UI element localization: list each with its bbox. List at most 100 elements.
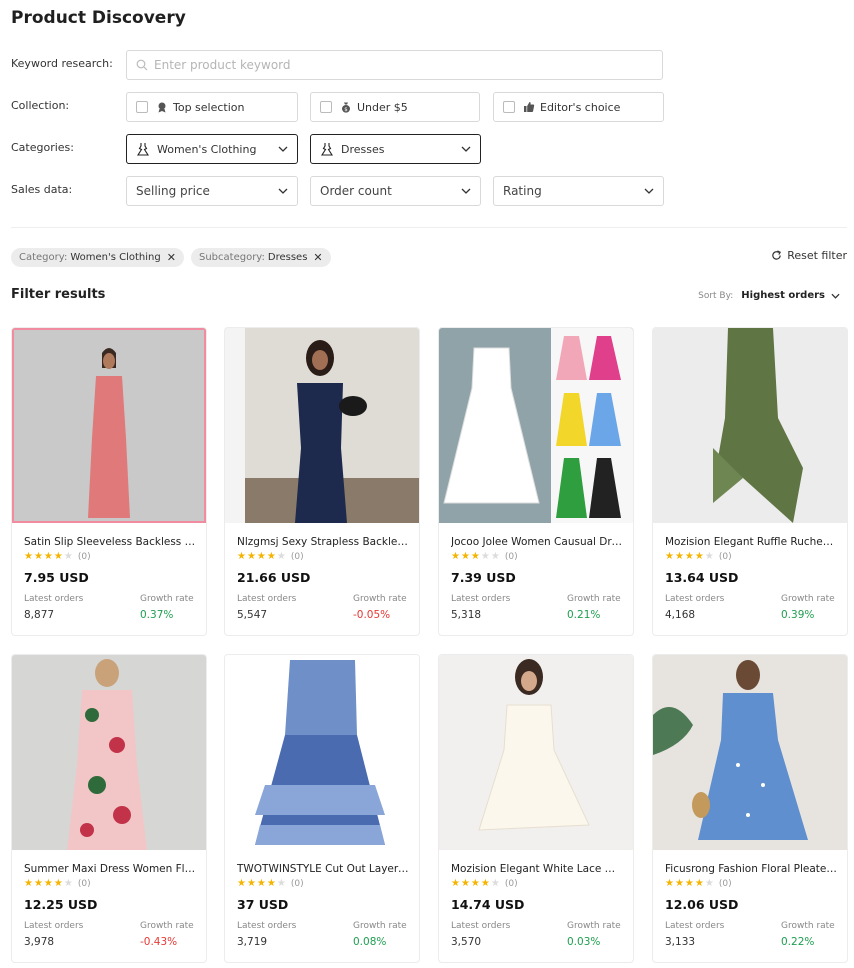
dress-icon xyxy=(136,142,150,156)
rating-stars: ★★★★★(0) xyxy=(451,878,518,889)
product-card[interactable]: Mozision Elegant Ruffle Ruched Dress ★★★… xyxy=(652,327,848,636)
category-value: Women's Clothing xyxy=(157,142,257,156)
chip-subcategory: Subcategory: Dresses ✕ xyxy=(191,248,331,267)
chip-category-key: Category: xyxy=(19,252,68,263)
product-image xyxy=(653,655,847,850)
product-card[interactable]: Mozision Elegant White Lace Dress ★★★★ ★(… xyxy=(438,654,634,963)
latest-orders-value: 3,570 xyxy=(451,936,482,948)
product-name[interactable]: TWOTWINSTYLE Cut Out Layered Dress xyxy=(237,863,409,875)
product-name[interactable]: Mozision Elegant White Lace Dress xyxy=(451,863,623,875)
close-icon[interactable]: ✕ xyxy=(313,251,322,264)
rating-stars: ★★★★★(0) xyxy=(665,551,732,562)
dress-icon xyxy=(320,142,334,156)
latest-orders-label: Latest orders xyxy=(665,921,725,931)
chip-category: Category: Women's Clothing ✕ xyxy=(11,248,184,267)
product-name[interactable]: Jocoo Jolee Women Causual Dress xyxy=(451,536,623,548)
reset-filter-button[interactable]: Reset filter xyxy=(771,249,847,262)
review-count: (0) xyxy=(77,551,91,562)
growth-rate-label: Growth rate xyxy=(353,921,407,931)
product-card[interactable]: Nlzgmsj Sexy Strapless Backless Dress ★★… xyxy=(224,327,420,636)
page-title: Product Discovery xyxy=(11,8,186,28)
product-image xyxy=(439,328,633,523)
growth-rate-value: 0.21% xyxy=(567,609,601,621)
chevron-down-icon xyxy=(831,293,840,299)
rating-stars: ★★★★★(0) xyxy=(24,551,91,562)
selling-price-select[interactable]: Selling price xyxy=(126,176,298,206)
keyword-input[interactable] xyxy=(154,58,634,72)
rating-stars: ★★★★★(0) xyxy=(665,878,732,889)
medal-icon xyxy=(156,101,168,113)
editors-choice-checkbox[interactable] xyxy=(503,101,515,113)
review-count: (0) xyxy=(504,878,518,889)
under-5-label: Under $5 xyxy=(357,100,408,114)
review-count: (0) xyxy=(718,551,732,562)
thumbs-up-icon xyxy=(523,101,535,113)
categories-label: Categories: xyxy=(11,141,74,154)
product-price: 13.64 USD xyxy=(665,570,739,585)
product-card[interactable]: Jocoo Jolee Women Causual Dress ★★★ ★★ (0)… xyxy=(438,327,634,636)
filter-results-title: Filter results xyxy=(11,287,106,302)
collection-editors-choice[interactable]: Editor's choice xyxy=(493,92,664,122)
rating-select[interactable]: Rating xyxy=(493,176,664,206)
product-image xyxy=(12,655,206,850)
product-name[interactable]: Nlzgmsj Sexy Strapless Backless Dress xyxy=(237,536,409,548)
product-price: 21.66 USD xyxy=(237,570,311,585)
latest-orders-label: Latest orders xyxy=(451,921,511,931)
product-card[interactable]: TWOTWINSTYLE Cut Out Layered Dress ★★★★★… xyxy=(224,654,420,963)
product-name[interactable]: Summer Maxi Dress Women Floral xyxy=(24,863,196,875)
category-select[interactable]: Women's Clothing xyxy=(126,134,298,164)
order-count-select[interactable]: Order count xyxy=(310,176,481,206)
product-name[interactable]: Satin Slip Sleeveless Backless Maxi Dres… xyxy=(24,536,196,548)
sort-label: Sort By: xyxy=(698,290,734,301)
growth-rate-value: -0.43% xyxy=(140,936,178,948)
chevron-down-icon xyxy=(461,188,471,194)
collection-under-5[interactable]: $ Under $5 xyxy=(310,92,480,122)
rating-stars: ★★★★★(0) xyxy=(451,551,518,562)
product-image xyxy=(225,655,419,850)
sort-dropdown[interactable]: Sort By: Highest orders xyxy=(698,290,840,301)
latest-orders-label: Latest orders xyxy=(451,594,511,604)
growth-rate-label: Growth rate xyxy=(353,594,407,604)
latest-orders-label: Latest orders xyxy=(665,594,725,604)
product-price: 12.06 USD xyxy=(665,897,739,912)
product-image xyxy=(439,655,633,850)
keyword-label: Keyword research: xyxy=(11,57,113,70)
review-count: (0) xyxy=(718,878,732,889)
growth-rate-label: Growth rate xyxy=(781,921,835,931)
subcategory-value: Dresses xyxy=(341,142,385,156)
product-card[interactable]: Summer Maxi Dress Women Floral ★★★★ ★ (0) … xyxy=(11,654,207,963)
growth-rate-label: Growth rate xyxy=(140,921,194,931)
chip-subcategory-value: Dresses xyxy=(267,252,308,263)
selling-price-label: Selling price xyxy=(136,184,210,198)
latest-orders-value: 3,719 xyxy=(237,936,268,948)
refresh-icon xyxy=(772,250,782,260)
chip-subcategory-key: Subcategory: xyxy=(199,252,265,263)
chevron-down-icon xyxy=(278,188,288,194)
under-5-checkbox[interactable] xyxy=(320,101,332,113)
product-image xyxy=(12,328,206,523)
product-card[interactable]: Ficusrong Fashion Floral Pleated Dress ★… xyxy=(652,654,848,963)
growth-rate-label: Growth rate xyxy=(567,921,621,931)
review-count: (0) xyxy=(290,551,304,562)
product-card[interactable]: Satin Slip Sleeveless Backless Maxi Dres… xyxy=(11,327,207,636)
order-count-label: Order count xyxy=(320,184,392,198)
product-price: 7.95 USD xyxy=(24,570,89,585)
collection-top-selection[interactable]: Top selection xyxy=(126,92,298,122)
svg-text:$: $ xyxy=(344,107,348,113)
close-icon[interactable]: ✕ xyxy=(167,251,176,264)
chevron-down-icon xyxy=(278,146,288,152)
chip-category-value: Women's Clothing xyxy=(70,252,161,263)
chevron-down-icon xyxy=(461,146,471,152)
subcategory-select[interactable]: Dresses xyxy=(310,134,481,164)
top-selection-checkbox[interactable] xyxy=(136,101,148,113)
product-name[interactable]: Mozision Elegant Ruffle Ruched Dress xyxy=(665,536,837,548)
growth-rate-value: 0.22% xyxy=(781,936,815,948)
divider xyxy=(11,227,847,228)
product-price: 7.39 USD xyxy=(451,570,516,585)
product-name[interactable]: Ficusrong Fashion Floral Pleated Dress xyxy=(665,863,837,875)
latest-orders-value: 3,133 xyxy=(665,936,696,948)
review-count: (0) xyxy=(77,878,91,889)
product-price: 12.25 USD xyxy=(24,897,98,912)
keyword-search[interactable] xyxy=(126,50,663,80)
latest-orders-value: 5,318 xyxy=(451,609,482,621)
